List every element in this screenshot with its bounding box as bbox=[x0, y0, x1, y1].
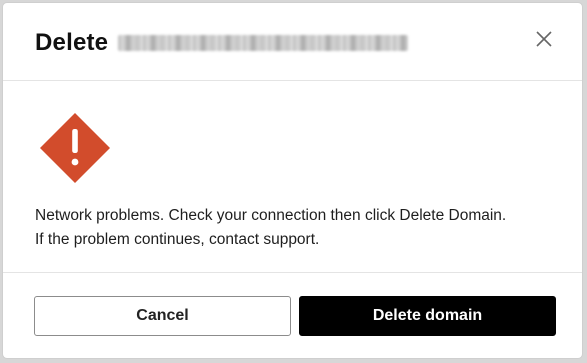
close-button[interactable] bbox=[534, 29, 554, 49]
redacted-domain-name bbox=[118, 35, 409, 51]
error-message-line-2: If the problem continues, contact suppor… bbox=[35, 231, 320, 248]
dialog-title: Delete bbox=[35, 29, 409, 57]
close-icon bbox=[536, 31, 552, 47]
delete-domain-dialog: Delete Network problems. Check your conn… bbox=[2, 2, 583, 359]
dialog-header: Delete bbox=[3, 3, 582, 81]
dialog-body: Network problems. Check your connection … bbox=[3, 81, 582, 273]
dialog-footer: Cancel Delete domain bbox=[3, 273, 582, 358]
delete-domain-button[interactable]: Delete domain bbox=[299, 296, 556, 336]
warning-diamond-icon bbox=[40, 113, 110, 183]
error-message-line-1: Network problems. Check your connection … bbox=[35, 207, 507, 224]
error-message: Network problems. Check your connection … bbox=[35, 204, 565, 252]
dialog-title-text: Delete bbox=[35, 29, 109, 56]
cancel-button[interactable]: Cancel bbox=[34, 296, 291, 336]
